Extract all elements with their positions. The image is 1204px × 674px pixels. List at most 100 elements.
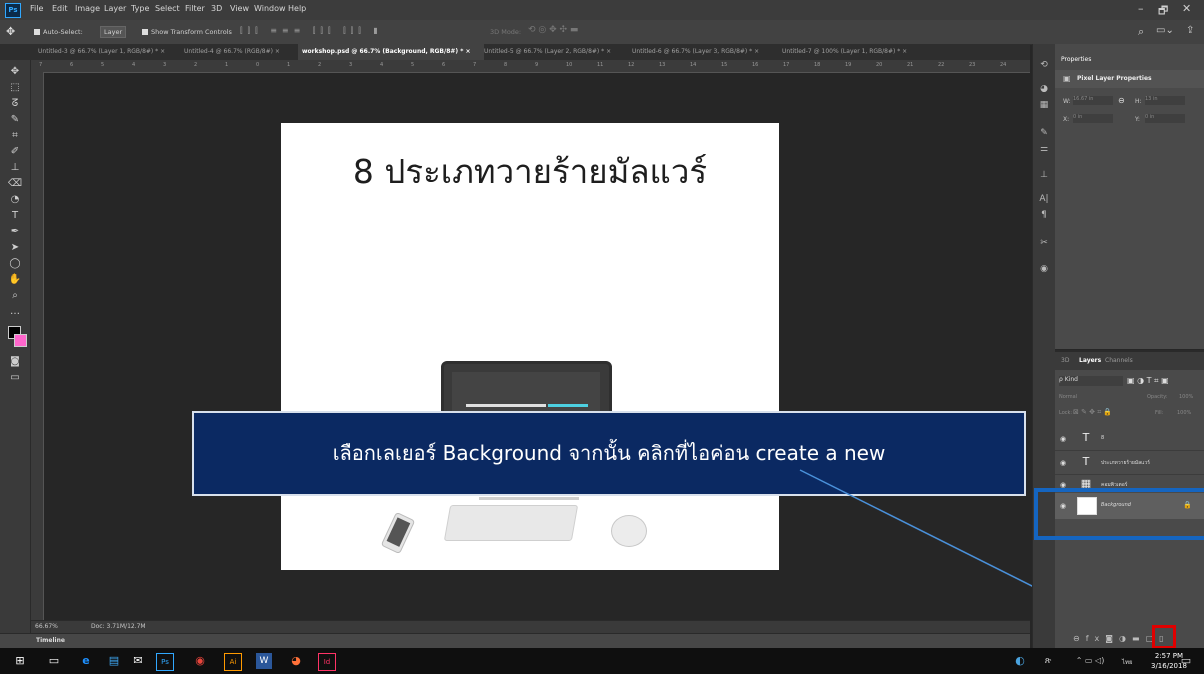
libraries-icon[interactable]: ◉: [1038, 264, 1050, 276]
color-icon[interactable]: ◕: [1038, 84, 1050, 96]
menu-file[interactable]: File: [30, 4, 43, 13]
edge-icon[interactable]: e: [78, 653, 94, 669]
workspace-icon[interactable]: ▭⌄: [1156, 25, 1174, 36]
quick-mask-icon[interactable]: ◙: [7, 354, 23, 370]
opacity-value[interactable]: 100%: [1179, 394, 1193, 400]
search-icon[interactable]: ⌕: [1138, 25, 1144, 39]
fill-value[interactable]: 100%: [1177, 410, 1191, 416]
word-icon[interactable]: W: [256, 653, 272, 669]
notifications-icon[interactable]: ▭: [1178, 653, 1194, 669]
adjustment-icon[interactable]: ◑: [1119, 634, 1132, 643]
quick-select-icon[interactable]: ✎: [7, 112, 23, 128]
show-transform-checkbox[interactable]: Show Transform Controls: [142, 28, 232, 36]
brush-settings-icon[interactable]: ✎: [1038, 128, 1050, 140]
tab-untitled-7[interactable]: Untitled-7 @ 100% (Layer 1, RGB/8#) * ×: [778, 44, 932, 60]
timeline-label[interactable]: Timeline: [36, 637, 65, 644]
menu-image[interactable]: Image: [75, 4, 100, 13]
lock-icons[interactable]: ⊠ ✎ ✥ ⌗ 🔒: [1073, 408, 1112, 417]
link-icon[interactable]: ⊖: [1118, 96, 1125, 105]
shape-tool-icon[interactable]: ◯: [7, 256, 23, 272]
tab-3d[interactable]: 3D: [1061, 357, 1069, 364]
character-icon[interactable]: A|: [1038, 194, 1050, 206]
tab-channels[interactable]: Channels: [1105, 357, 1133, 364]
firefox-icon[interactable]: ◕: [288, 653, 304, 669]
share-icon[interactable]: ⇪: [1186, 25, 1194, 36]
menu-select[interactable]: Select: [155, 4, 180, 13]
tab-untitled-5[interactable]: Untitled-5 @ 66.7% (Layer 2, RGB/8#) * ×: [480, 44, 628, 60]
stamp-tool-icon[interactable]: ⊥: [7, 160, 23, 176]
properties-tab[interactable]: Properties: [1061, 56, 1091, 63]
document-artboard[interactable]: 8 ประเภทวายร้ายมัลแวร์: [281, 123, 779, 570]
menu-filter[interactable]: Filter: [185, 4, 205, 13]
paragraph-icon[interactable]: ¶: [1038, 210, 1050, 222]
group-icon[interactable]: ▬: [1132, 634, 1146, 643]
zoom-tool-icon[interactable]: ⌕: [7, 288, 23, 304]
brush-tool-icon[interactable]: ✐: [7, 144, 23, 160]
height-field[interactable]: 13 in: [1145, 96, 1185, 105]
lasso-tool-icon[interactable]: ᘔ: [7, 96, 23, 112]
auto-select-checkbox[interactable]: Auto-Select:: [34, 28, 83, 36]
screen-mode-icon[interactable]: ▭: [7, 370, 23, 386]
menu-view[interactable]: View: [230, 4, 249, 13]
menu-type[interactable]: Type: [131, 4, 149, 13]
start-icon[interactable]: ⊞: [12, 653, 28, 669]
blend-mode[interactable]: Normal: [1059, 394, 1077, 400]
3d-mode-icons[interactable]: ⟲ ◎ ✥ ✣ ▬: [528, 25, 578, 35]
layer-row[interactable]: ◉ T ประเภทวายร้ายมัลแวร์: [1055, 452, 1204, 475]
y-field[interactable]: 0 in: [1145, 114, 1185, 123]
clone-source-icon[interactable]: ⊥: [1038, 170, 1050, 182]
eye-icon[interactable]: ◉: [1060, 435, 1066, 443]
more-tools-icon[interactable]: …: [7, 304, 23, 320]
width-field[interactable]: 16.67 in: [1073, 96, 1113, 105]
people-icon[interactable]: ጽ: [1040, 653, 1056, 669]
adjustments-icon[interactable]: ⚌: [1038, 144, 1050, 156]
tab-untitled-3[interactable]: Untitled-3 @ 66.7% (Layer 1, RGB/8#) * ×: [34, 44, 182, 60]
tools-preset-icon[interactable]: ✂: [1038, 238, 1050, 250]
task-view-icon[interactable]: ▭: [46, 653, 62, 669]
chrome-icon[interactable]: ◉: [192, 653, 208, 669]
type-tool-icon[interactable]: T: [7, 208, 23, 224]
eye-icon[interactable]: ◉: [1060, 459, 1066, 467]
menu-help[interactable]: Help: [288, 4, 306, 13]
minimize-button[interactable]: –: [1138, 2, 1144, 15]
move-tool-icon[interactable]: ✥: [7, 64, 23, 80]
menu-3d[interactable]: 3D: [211, 4, 222, 13]
zoom-level[interactable]: 66.67%: [35, 623, 58, 630]
photoshop-taskbar-icon[interactable]: Ps: [156, 653, 174, 671]
crop-tool-icon[interactable]: ⌗: [7, 128, 23, 144]
marquee-tool-icon[interactable]: ⬚: [7, 80, 23, 96]
menu-edit[interactable]: Edit: [52, 4, 68, 13]
pen-tool-icon[interactable]: ✒: [7, 224, 23, 240]
tray-icons[interactable]: ⌃ ▭ ◁): [1060, 653, 1120, 669]
kind-filter[interactable]: ρ Kind: [1059, 376, 1123, 386]
layer-row[interactable]: ◉ T 8: [1055, 428, 1204, 451]
swatches-icon[interactable]: ▦: [1038, 100, 1050, 112]
restore-button[interactable]: 🗗: [1158, 2, 1168, 21]
dodge-tool-icon[interactable]: ◔: [7, 192, 23, 208]
tab-layers[interactable]: Layers: [1079, 357, 1101, 364]
filter-icons[interactable]: ▣ ◑ T ⌗ ▣: [1127, 376, 1169, 386]
move-tool-icon[interactable]: ✥: [6, 25, 15, 38]
link-layers-icon[interactable]: ⊖: [1073, 634, 1086, 643]
store-icon[interactable]: ▤: [106, 653, 122, 669]
illustrator-icon[interactable]: Ai: [224, 653, 242, 671]
x-field[interactable]: 0 in: [1073, 114, 1113, 123]
menu-window[interactable]: Window: [254, 4, 286, 13]
tab-workshop[interactable]: workshop.psd @ 66.7% (Background, RGB/8#…: [298, 44, 484, 60]
tray-app-icon[interactable]: ◐: [1012, 653, 1028, 669]
hand-tool-icon[interactable]: ✋: [7, 272, 23, 288]
eraser-tool-icon[interactable]: ⌫: [7, 176, 23, 192]
close-button[interactable]: ✕: [1182, 2, 1191, 15]
tab-untitled-4[interactable]: Untitled-4 @ 66.7% (RGB/8#) ×: [180, 44, 300, 60]
tab-untitled-6[interactable]: Untitled-6 @ 66.7% (Layer 3, RGB/8#) * ×: [628, 44, 781, 60]
indesign-icon[interactable]: Id: [318, 653, 336, 671]
auto-select-dropdown[interactable]: Layer: [100, 26, 127, 38]
language-indicator[interactable]: ไทย: [1122, 657, 1133, 667]
mask-icon[interactable]: ◙: [1105, 634, 1119, 643]
menu-layer[interactable]: Layer: [104, 4, 126, 13]
history-icon[interactable]: ⟲: [1038, 60, 1050, 72]
path-select-icon[interactable]: ➤: [7, 240, 23, 256]
align-icons[interactable]: ⫿⫿⫿ ≡≡≡ ⫿⫿⫿ ⫿⫿⫿ ▮: [240, 26, 383, 36]
background-color-swatch[interactable]: [14, 334, 27, 347]
mail-icon[interactable]: ✉: [130, 653, 146, 669]
